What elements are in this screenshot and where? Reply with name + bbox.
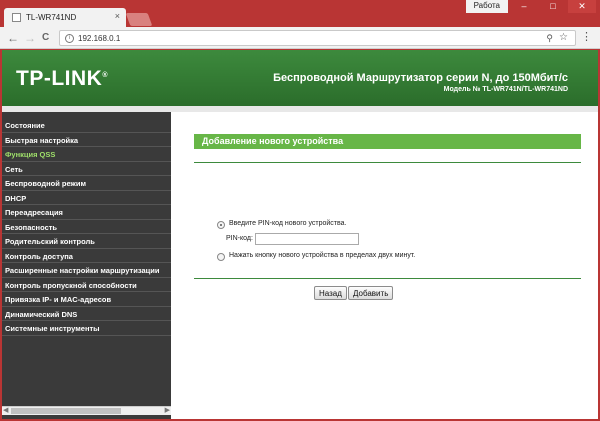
sidebar-item[interactable]: Функция QSS <box>2 147 171 162</box>
radio-enter-pin[interactable] <box>217 221 225 229</box>
title-bar: TL-WR741ND × Работа – □ ✕ <box>0 0 600 27</box>
info-icon[interactable]: i <box>65 34 74 43</box>
radio-push-button[interactable] <box>217 253 225 261</box>
profile-button[interactable]: Работа <box>465 0 508 13</box>
add-button[interactable]: Добавить <box>348 286 394 300</box>
minimize-icon[interactable]: – <box>510 0 538 13</box>
sidebar-item[interactable]: Беспроводной режим <box>2 176 171 191</box>
sidebar-item[interactable]: Переадресация <box>2 205 171 220</box>
sidebar-item[interactable]: Расширенные настройки маршрутизации <box>2 263 171 278</box>
sidebar-item[interactable]: DHCP <box>2 191 171 205</box>
browser-toolbar: ← → C i 192.168.0.1 ⚲ ☆ ⋮ <box>0 27 600 49</box>
scrollbar-thumb[interactable] <box>11 408 121 414</box>
sidebar-item[interactable]: Контроль пропускной способности <box>2 278 171 292</box>
header-title: Беспроводной Маршрутизатор серии N, до 1… <box>273 72 568 84</box>
pin-input[interactable] <box>255 233 359 245</box>
tab-title: TL-WR741ND <box>26 13 77 22</box>
top-rule <box>194 162 581 163</box>
back-icon[interactable]: ← <box>7 31 19 45</box>
sidebar-scrollbar[interactable]: ◀ ▶ <box>2 406 171 415</box>
url-text: 192.168.0.1 <box>78 34 121 43</box>
sidebar-item[interactable]: Контроль доступа <box>2 249 171 263</box>
new-tab-button[interactable] <box>125 13 153 26</box>
browser-window: TL-WR741ND × Работа – □ ✕ ← → C i 192.16… <box>0 0 600 421</box>
sidebar-item[interactable]: Состояние <box>2 118 171 133</box>
sidebar-item[interactable]: Привязка IP- и MAC-адресов <box>2 292 171 307</box>
router-page: TP-LINK® Беспроводной Маршрутизатор сери… <box>2 50 598 419</box>
key-icon[interactable]: ⚲ <box>546 33 553 44</box>
page-icon <box>12 13 21 22</box>
pin-field-label: PIN-код: <box>226 235 253 242</box>
header-model: Модель № TL-WR741N/TL-WR741ND <box>443 86 568 93</box>
bottom-rule <box>194 278 581 279</box>
reload-icon[interactable]: C <box>42 32 49 43</box>
section-title: Добавление нового устройства <box>194 134 581 149</box>
sidebar-item[interactable]: Системные инструменты <box>2 321 171 336</box>
browser-menu-icon[interactable]: ⋮ <box>581 30 592 43</box>
option-pin-label: Введите PIN-код нового устройства. <box>229 220 347 227</box>
bookmark-star-icon[interactable]: ☆ <box>559 32 568 43</box>
sidebar-menu: Состояние Быстрая настройка Функция QSS Сет… <box>2 112 171 419</box>
forward-icon[interactable]: → <box>24 31 36 45</box>
maximize-icon[interactable]: □ <box>539 0 567 13</box>
sidebar-item[interactable]: Сеть <box>2 162 171 176</box>
sidebar-item[interactable]: Безопасность <box>2 220 171 234</box>
close-window-icon[interactable]: ✕ <box>568 0 596 13</box>
scroll-right-icon[interactable]: ▶ <box>165 406 170 414</box>
sidebar-item[interactable]: Родительский контроль <box>2 234 171 249</box>
tp-link-logo: TP-LINK® <box>16 67 108 90</box>
scroll-left-icon[interactable]: ◀ <box>3 406 8 414</box>
sidebar-item[interactable]: Динамический DNS <box>2 307 171 321</box>
sidebar-list: Состояние Быстрая настройка Функция QSS Сет… <box>2 118 171 336</box>
browser-tab[interactable]: TL-WR741ND × <box>4 8 126 27</box>
option-button-label: Нажать кнопку нового устройства в предел… <box>229 252 416 259</box>
tab-close-icon[interactable]: × <box>115 11 120 21</box>
header-banner: TP-LINK® Беспроводной Маршрутизатор сери… <box>2 50 598 106</box>
address-bar[interactable]: i 192.168.0.1 ⚲ ☆ <box>59 30 576 46</box>
back-button[interactable]: Назад <box>314 286 347 300</box>
sidebar-item[interactable]: Быстрая настройка <box>2 133 171 147</box>
main-content: Добавление нового устройства Введите PIN… <box>177 112 598 419</box>
